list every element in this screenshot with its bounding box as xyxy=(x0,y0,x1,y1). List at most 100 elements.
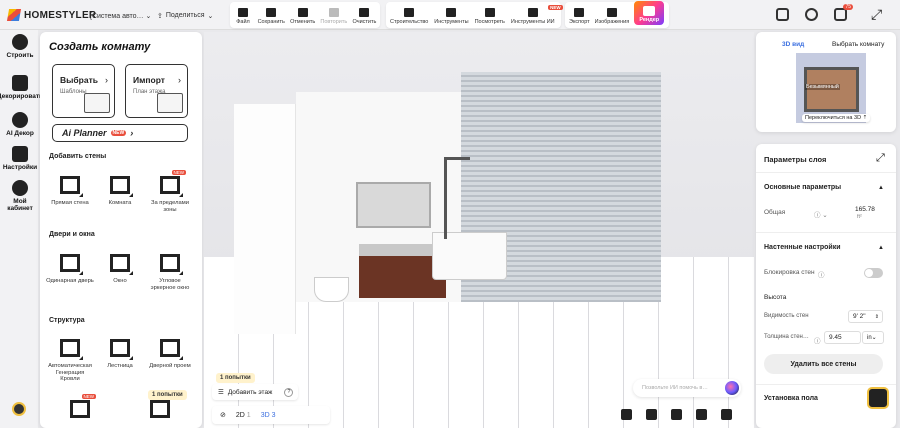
rail-item-5[interactable]: Мой кабинет xyxy=(0,180,40,212)
total-area-value: 165.78 xyxy=(855,206,875,213)
mirror[interactable] xyxy=(356,182,431,228)
bathtub[interactable] xyxy=(432,232,507,280)
toolbar-item-images[interactable]: Изображения xyxy=(595,8,629,25)
toolbar-item-build[interactable]: Строительство xyxy=(390,8,428,25)
tab-select-room[interactable]: Выбрать комнату xyxy=(832,41,884,48)
chevron-right-icon: › xyxy=(130,128,134,138)
view-switcher: ⊘ 2D 1 3D 3 xyxy=(212,406,330,424)
toilet[interactable] xyxy=(314,277,349,302)
cabinet-icon xyxy=(12,180,28,196)
structure-tool-3[interactable]: Дверной проем xyxy=(146,337,194,370)
ai-tools-icon xyxy=(527,8,538,17)
toolbar-item-undo[interactable]: Отменить xyxy=(290,8,315,25)
expand-icon[interactable]: ⤢ xyxy=(876,152,885,165)
gear-icon[interactable] xyxy=(805,8,818,21)
view-3d-button[interactable]: 3D 3 xyxy=(261,412,276,419)
toolbar-item-redo[interactable]: Повторить xyxy=(320,8,347,25)
toolbar-tools-group: Строительство Инструменты Посмотреть Инстру… xyxy=(386,2,563,28)
lock-walls-toggle[interactable] xyxy=(864,268,883,278)
door-tool-3[interactable]: Угловое эркерное окно xyxy=(146,252,194,291)
toolbar-export-group: Экспорт Изображения Рендер xyxy=(565,1,669,28)
project-name-dropdown[interactable]: [Система авто… ⌄ xyxy=(90,12,151,20)
toolbar-item-save[interactable]: Сохранить xyxy=(258,8,285,25)
camera-move-icon[interactable] xyxy=(671,409,682,420)
tab-3d-view[interactable]: 3D вид xyxy=(782,41,804,48)
section-structure: Структура xyxy=(49,317,85,324)
corner-arrow-icon xyxy=(79,356,83,360)
hide-icon[interactable]: ⊘ xyxy=(220,411,226,419)
delete-all-walls-button[interactable]: Удалить все стены xyxy=(764,354,883,374)
ai-planner-button[interactable]: Ai Planner NEW › xyxy=(52,124,188,142)
card-title: Импорт xyxy=(133,75,165,85)
share-button[interactable]: ⇪ Поделиться ⌄ xyxy=(157,12,213,20)
info-icon[interactable]: ⓘ xyxy=(814,335,821,345)
structure-tool-2[interactable]: Лестница xyxy=(96,337,144,370)
help-icon[interactable]: ? xyxy=(284,387,294,397)
wall-visibility-label: Видимость стен xyxy=(764,313,809,319)
structure-tool-1[interactable]: Автоматическая Генерация Кровли xyxy=(46,337,94,383)
collapse-caret-icon[interactable]: ▲ xyxy=(878,185,884,191)
switch-to-3d-button[interactable]: Переключиться на 3D ⇡ xyxy=(802,114,871,122)
rail-item-4[interactable]: Настройки xyxy=(0,146,40,171)
render-camera-icon xyxy=(643,6,656,16)
wall-visibility-input[interactable]: 9' 2" ⇕ xyxy=(848,310,883,323)
render-label: Рендер xyxy=(639,17,660,23)
render-button[interactable]: Рендер xyxy=(634,1,665,25)
door-tool-icon xyxy=(108,252,133,275)
wall-tool-1[interactable]: Прямая стена xyxy=(46,174,94,207)
camera-icon[interactable] xyxy=(646,409,657,420)
wall-thickness-input[interactable]: 9.45 xyxy=(824,331,861,344)
fullscreen-icon[interactable]: ⤢ xyxy=(871,7,884,21)
fullview-icon[interactable] xyxy=(721,409,732,420)
toolbar-item-eye[interactable]: Посмотреть xyxy=(475,8,505,25)
rail-item-3[interactable]: AI Декор xyxy=(0,112,40,137)
total-area-label: Общая xyxy=(764,209,786,216)
view-2d-label: 2D xyxy=(235,411,245,419)
create-room-panel: Создать комнату Выбрать Шаблоны › Импорт… xyxy=(40,32,202,428)
help-icon[interactable] xyxy=(12,402,26,416)
store-icon[interactable] xyxy=(776,8,789,21)
toolbar-item-folder[interactable]: Файл xyxy=(234,8,252,25)
mail-icon[interactable]: 75 xyxy=(834,4,853,21)
ai-assistant-input[interactable]: Позвольте ИИ помочь в… xyxy=(633,379,741,397)
wall-tool-icon xyxy=(58,174,83,197)
toolbar-item-tools[interactable]: Инструменты xyxy=(434,8,469,25)
toolbar-item-ai-tools[interactable]: Инструменты ИИ NEW xyxy=(511,5,563,25)
tools-icon xyxy=(446,8,457,17)
wall-tool-2[interactable]: Комната xyxy=(96,174,144,207)
3d-viewport[interactable] xyxy=(204,32,754,428)
settings-icon xyxy=(12,146,28,162)
wall-thickness-label: Толщина стен… xyxy=(764,334,809,340)
tool-shape-icon xyxy=(60,176,80,194)
info-icon[interactable]: ⓘ ⌄ xyxy=(814,209,828,219)
view-2d-button[interactable]: 2D 1 xyxy=(236,412,251,419)
info-icon[interactable]: ⓘ xyxy=(818,269,825,279)
lock-icon[interactable] xyxy=(621,409,632,420)
wall-tool-3[interactable]: NEW За пределами зоны xyxy=(146,170,194,213)
add-floor-button[interactable]: ☰ Добавить этаж ? xyxy=(212,384,298,400)
structure-extra-tool[interactable]: NEW xyxy=(136,394,184,424)
logo[interactable]: HOMESTYLER xyxy=(6,9,96,21)
toolbar-item-eraser[interactable]: Очистить xyxy=(352,8,376,25)
toolbar-item-label: Строительство xyxy=(390,19,429,25)
structure-extra-tool[interactable]: NEW xyxy=(56,394,104,424)
select-template-card[interactable]: Выбрать Шаблоны › xyxy=(52,64,115,118)
stepper-icon[interactable]: ⇕ xyxy=(875,314,879,320)
door-tool-1[interactable]: Одинарная дверь xyxy=(46,252,94,285)
camera-settings-icon[interactable] xyxy=(696,409,707,420)
tool-shape-icon xyxy=(110,176,130,194)
collapse-caret-icon[interactable]: ▲ xyxy=(878,245,884,251)
shower-head[interactable] xyxy=(444,157,470,160)
shower-pole[interactable] xyxy=(444,157,447,239)
wall-left xyxy=(234,104,296,334)
rail-item-1[interactable]: Строить xyxy=(0,34,40,59)
import-floorplan-card[interactable]: Импорт План этажа › xyxy=(125,64,188,118)
door-tool-2[interactable]: Окно xyxy=(96,252,144,285)
rail-item-2[interactable]: Декорировать xyxy=(0,75,43,100)
chat-support-icon[interactable] xyxy=(867,387,889,409)
toolbar-item-export[interactable]: Экспорт xyxy=(569,8,590,25)
section-basic-params: Основные параметры xyxy=(764,184,842,191)
rail-item-label: Строить xyxy=(6,52,34,59)
unit-select[interactable]: in ⌄ xyxy=(862,331,884,344)
ai-orb-icon[interactable] xyxy=(725,381,739,395)
